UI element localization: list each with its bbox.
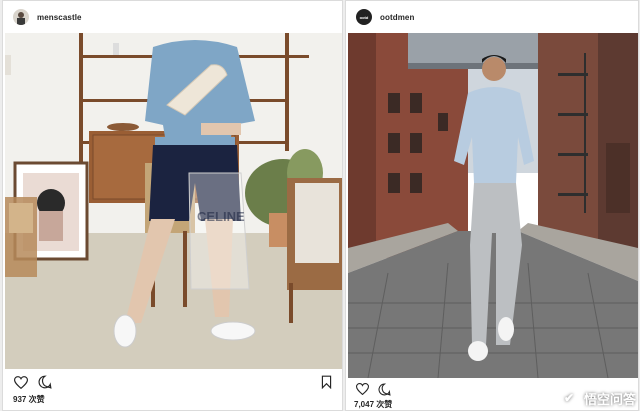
wukong-logo-icon: ✔: [557, 387, 580, 409]
watermark-text: 悟空问答: [583, 391, 636, 407]
avatar-ootdmen[interactable]: ootd: [356, 9, 372, 25]
comment-icon[interactable]: [376, 381, 392, 397]
post-photo[interactable]: CELINE: [5, 33, 342, 369]
avatar-label: ootd: [359, 14, 369, 20]
post-actions: [3, 370, 342, 394]
bookmark-icon[interactable]: [318, 374, 334, 390]
like-count[interactable]: 937 次赞: [13, 394, 45, 405]
post-card-ootdmen: ootd ootdmen 7,047 次赞: [345, 0, 639, 411]
post-header: ootd ootdmen: [346, 1, 638, 33]
bag-print-text: CELINE: [197, 209, 245, 224]
heart-icon[interactable]: [354, 381, 370, 397]
post-photo[interactable]: [348, 33, 638, 378]
avatar-menscastle[interactable]: [13, 9, 29, 25]
wukong-watermark: ✔ 悟空问答: [557, 387, 636, 409]
heart-icon[interactable]: [13, 374, 29, 390]
post-header: menscastle: [3, 1, 342, 33]
username[interactable]: menscastle: [37, 13, 82, 22]
comment-icon[interactable]: [37, 374, 53, 390]
username[interactable]: ootdmen: [380, 13, 414, 22]
post-card-menscastle: menscastle CELINE 937 次赞: [2, 0, 343, 411]
like-count[interactable]: 7,047 次赞: [354, 399, 392, 410]
